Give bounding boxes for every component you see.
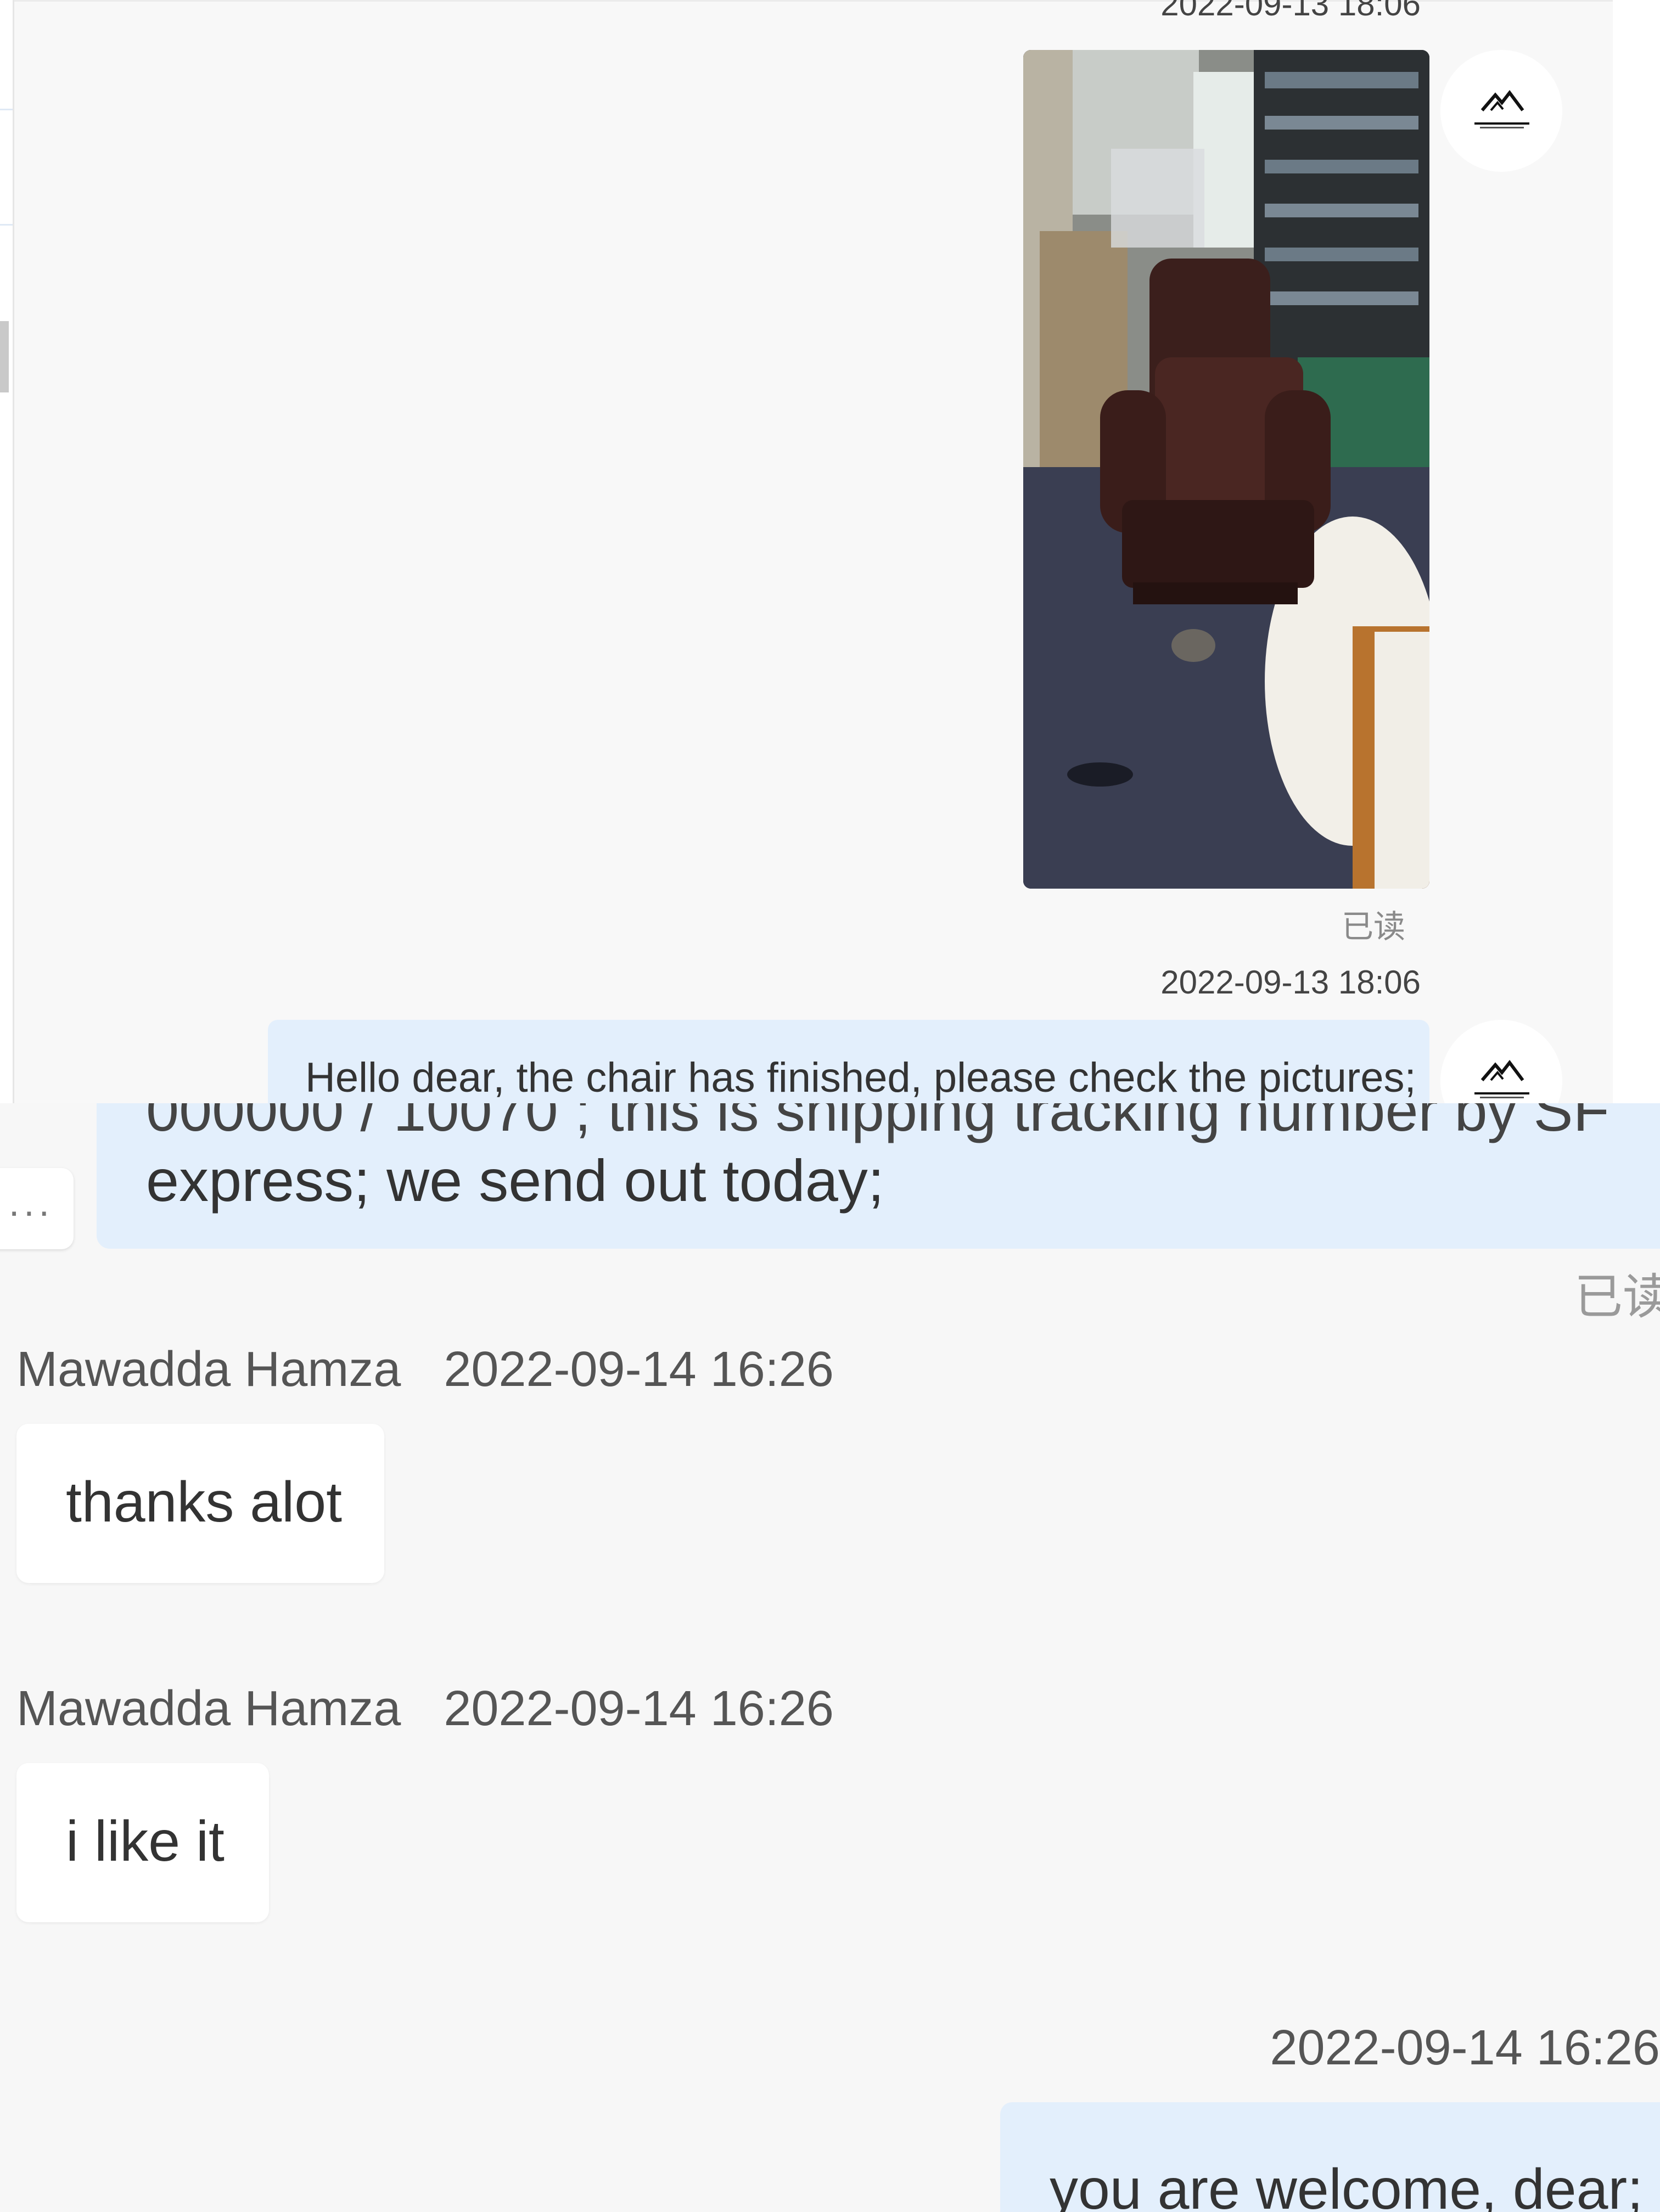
chat-message-list[interactable]: 2022-09-13 18:06 已读 2022-09-13 18:06 Hel… [14, 0, 1613, 1103]
read-status: 已读 [1574, 1270, 1660, 1324]
message-text: i like it [66, 1810, 225, 1873]
chair-photo-message[interactable] [1023, 50, 1429, 889]
sender-avatar[interactable] [1440, 50, 1562, 172]
message-header: Mawadda Hamza 2022-09-14 16:26 [16, 1341, 834, 1398]
message-timestamp: 2022-09-14 16:26 [444, 1342, 834, 1397]
ellipsis-icon: ··· [8, 1189, 53, 1232]
received-message-bubble[interactable]: i like it [16, 1763, 269, 1922]
message-header: Mawadda Hamza 2022-09-14 16:26 [16, 1681, 834, 1737]
sender-name: Mawadda Hamza [16, 1342, 401, 1397]
right-panel-edge [1613, 0, 1660, 1103]
chair-photo-image [1023, 50, 1429, 889]
message-timestamp: 2022-09-14 16:26 [1270, 2020, 1660, 2075]
more-options-button[interactable]: ··· [0, 1168, 74, 1249]
sender-name: Mawadda Hamza [16, 1681, 401, 1736]
shipping-message-text: express; we send out today; [146, 1147, 884, 1214]
sender-avatar[interactable] [1440, 1020, 1562, 1103]
message-text: thanks alot [66, 1470, 342, 1534]
top-chat-screenshot: 2022-09-13 18:06 已读 2022-09-13 18:06 Hel… [0, 0, 1660, 1103]
message-timestamp: 2022-09-13 18:06 [1160, 964, 1421, 1001]
sidebar-scrollbar[interactable] [0, 321, 9, 392]
shipping-message-bubble[interactable]: 000000 / 10070 ; this is shipping tracki… [97, 1103, 1660, 1249]
message-text: you are welcome, dear; [1050, 2158, 1643, 2212]
received-message-bubble[interactable]: thanks alot [16, 1424, 384, 1583]
sidebar-divider [0, 224, 13, 226]
read-status: 已读 [1342, 909, 1406, 945]
shipping-message-partial-text: 000000 / 10070 ; this is shipping tracki… [146, 1103, 1609, 1143]
message-timestamp: 2022-09-14 16:26 [444, 1681, 834, 1736]
sent-message-bubble[interactable]: you are welcome, dear; [1000, 2102, 1660, 2212]
zoomed-chat-screenshot: 000000 / 10070 ; this is shipping tracki… [0, 1103, 1660, 2212]
message-timestamp: 2022-09-13 18:06 [1160, 0, 1421, 23]
merry-logo-icon [1474, 1060, 1529, 1098]
sent-message-bubble[interactable]: Hello dear, the chair has finished, plea… [268, 1020, 1429, 1103]
merry-logo-icon [1474, 90, 1529, 128]
sidebar-divider [0, 109, 13, 110]
left-sidebar-edge [0, 0, 14, 1103]
message-text: Hello dear, the chair has finished, plea… [305, 1054, 1416, 1101]
